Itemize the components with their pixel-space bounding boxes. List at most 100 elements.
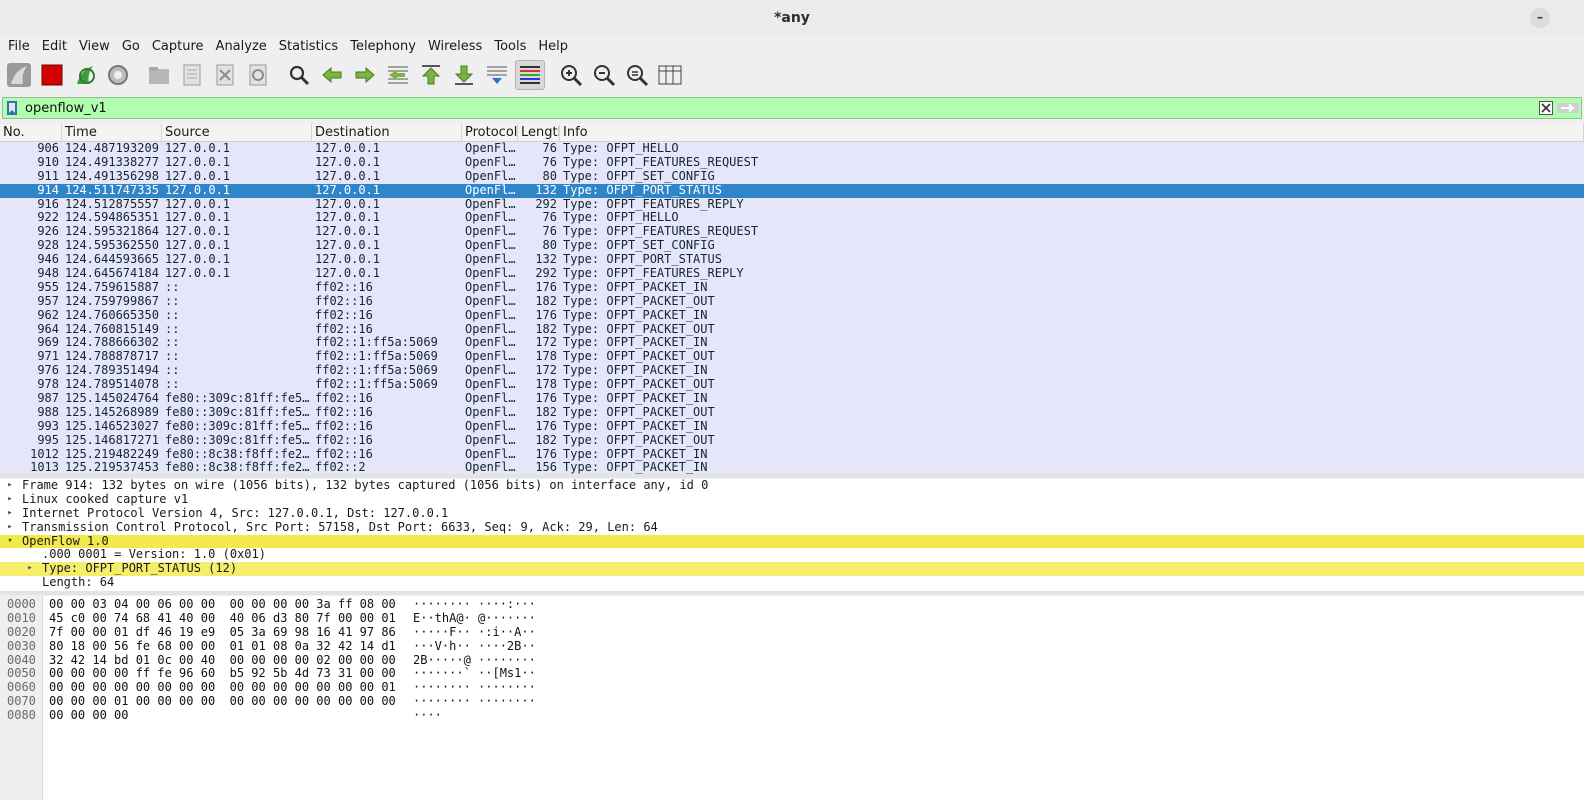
details-tree-item[interactable]: ▸ Linux cooked capture v1	[0, 492, 1584, 507]
hex-row[interactable]: 0060 00 00 00 00 00 00 00 00 00 00 00 00 …	[0, 680, 1584, 695]
open-file-button[interactable]	[144, 60, 174, 90]
go-back-button[interactable]	[317, 60, 347, 90]
packet-row[interactable]: 987 125.145024764 fe80::309c:81ff:fe5… ff02…	[0, 392, 1584, 406]
pane-splitter[interactable]	[0, 474, 1584, 478]
capture-options-button[interactable]	[103, 60, 133, 90]
zoom-in-button[interactable]	[556, 60, 586, 90]
details-tree-item[interactable]: Length: 64	[0, 575, 1584, 590]
close-file-button[interactable]	[210, 60, 240, 90]
column-header-len[interactable]: Length	[518, 124, 560, 141]
packet-row[interactable]: 978 124.789514078:: ff02::1:ff5a:5069 OpenF…	[0, 378, 1584, 393]
menu-go[interactable]: Go	[114, 39, 144, 54]
go-to-packet-button[interactable]	[383, 60, 413, 90]
packet-row[interactable]: 957 124.759799867:: ff02::16 OpenFl… 182 Type…	[0, 294, 1584, 309]
minimize-button[interactable]: –	[1530, 8, 1550, 28]
packet-row[interactable]: 993 125.146523027 fe80::309c:81ff:fe5… ff02…	[0, 419, 1584, 434]
hex-row[interactable]: 0040 32 42 14 bd 01 0c 00 40 00 00 00 00 …	[0, 653, 1584, 668]
details-tree-item[interactable]: ▸ Frame 914: 132 bytes on wire (1056 bits…	[0, 479, 1584, 493]
menu-edit[interactable]: Edit	[34, 39, 71, 54]
details-tree-item[interactable]: ▸ Internet Protocol Version 4, Src: 127.0…	[0, 506, 1584, 521]
packet-row[interactable]: 988 125.145268989 fe80::309c:81ff:fe5… ff02…	[0, 405, 1584, 420]
menu-view[interactable]: View	[71, 39, 114, 54]
save-file-button[interactable]	[177, 60, 207, 90]
hex-row[interactable]: 0050 00 00 00 00 ff fe 96 60 b5 92 5b 4d …	[0, 667, 1584, 681]
menu-capture[interactable]: Capture	[144, 39, 208, 54]
menu-file[interactable]: File	[0, 39, 34, 54]
packet-row[interactable]: 922 124.594865351 127.0.0.1 127.0.0.1 OpenFl…	[0, 211, 1584, 226]
column-header-info[interactable]: Info	[560, 124, 1584, 141]
packet-no-cell: 916	[37, 197, 59, 211]
packet-len-cell: 292	[535, 197, 557, 211]
packet-row[interactable]: 946 124.644593665 127.0.0.1 127.0.0.1 OpenFl…	[0, 253, 1584, 268]
hex-row[interactable]: 0080 00 00 00 00 ····	[0, 708, 1584, 723]
stop-capture-button[interactable]	[37, 60, 67, 90]
expand-arrow-icon[interactable]: ▸	[0, 521, 20, 535]
packet-row[interactable]: 914 124.511747335 127.0.0.1 127.0.0.1 OpenFl…	[0, 183, 1584, 198]
packet-proto-cell: OpenFl…	[465, 142, 516, 155]
packet-row[interactable]: 916 124.512875557 127.0.0.1 127.0.0.1 OpenFl…	[0, 197, 1584, 212]
details-tree-item[interactable]: .000 0001 = Version: 1.0 (0x01)	[0, 548, 1584, 562]
packet-row[interactable]: 928 124.595362550 127.0.0.1 127.0.0.1 OpenFl…	[0, 239, 1584, 254]
column-header-src[interactable]: Source	[162, 124, 312, 141]
details-tree-item[interactable]: ▾ OpenFlow 1.0	[0, 533, 1584, 549]
expand-arrow-icon[interactable]: ▸	[0, 479, 20, 493]
expand-arrow-icon[interactable]: ▸	[0, 507, 20, 521]
packet-row[interactable]: 910 124.491338277 127.0.0.1 127.0.0.1 OpenFl…	[0, 155, 1584, 170]
collapse-arrow-icon[interactable]: ▾	[0, 535, 20, 549]
shark-fin-start-button[interactable]	[4, 60, 34, 90]
packet-row[interactable]: 1012 125.219482249 fe80::8c38:f8ff:fe2… ff0…	[0, 447, 1584, 462]
packet-row[interactable]: 911 124.491356298 127.0.0.1 127.0.0.1 OpenFl…	[0, 169, 1584, 184]
restart-capture-button[interactable]	[70, 60, 100, 90]
packet-row[interactable]: 976 124.789351494:: ff02::1:ff5a:5069 OpenF…	[0, 364, 1584, 379]
packet-row[interactable]: 995 125.146817271 fe80::309c:81ff:fe5… ff02…	[0, 433, 1584, 448]
packet-list: 906 124.487193209 127.0.0.1 127.0.0.1 OpenFl…	[0, 142, 1584, 474]
go-last-button[interactable]	[449, 60, 479, 90]
hex-row[interactable]: 0010 45 c0 00 74 68 41 40 00 40 06 d3 80 …	[0, 611, 1584, 626]
menu-telephony[interactable]: Telephony	[342, 39, 420, 54]
hex-offset: 0000	[7, 597, 36, 611]
hex-row[interactable]: 0070 00 00 00 01 00 00 00 00 00 00 00 00 …	[0, 694, 1584, 709]
expand-arrow-icon[interactable]: ▸	[20, 562, 40, 576]
menu-help[interactable]: Help	[530, 39, 572, 54]
packet-row[interactable]: 948 124.645674184 127.0.0.1 127.0.0.1 OpenFl…	[0, 267, 1584, 281]
find-packet-button[interactable]	[284, 60, 314, 90]
menu-wireless[interactable]: Wireless	[420, 39, 486, 54]
go-forward-icon	[352, 62, 378, 88]
apply-filter-icon[interactable]	[1555, 99, 1581, 117]
packet-row[interactable]: 1013 125.219537453 fe80::8c38:f8ff:fe2… ff0…	[0, 461, 1584, 474]
hex-row[interactable]: 0030 80 18 00 56 fe 68 00 00 01 01 08 0a …	[0, 639, 1584, 654]
packet-row[interactable]: 969 124.788666302:: ff02::1:ff5a:5069 OpenF…	[0, 336, 1584, 351]
zoom-out-button[interactable]	[589, 60, 619, 90]
packet-row[interactable]: 964 124.760815149:: ff02::16 OpenFl… 182 Type…	[0, 322, 1584, 337]
details-tree-item[interactable]: ▸ Type: OFPT_PORT_STATUS (12)	[0, 561, 1584, 577]
hex-row[interactable]: 0000 00 00 03 04 00 06 00 00 00 00 00 00 …	[0, 597, 1584, 612]
column-header-dst[interactable]: Destination	[312, 124, 462, 141]
resize-columns-button[interactable]	[655, 60, 685, 90]
clear-filter-icon[interactable]	[1537, 99, 1555, 117]
auto-scroll-button[interactable]	[482, 60, 512, 90]
filter-bookmark-icon[interactable]	[3, 99, 21, 117]
expand-arrow-icon[interactable]: ▸	[0, 493, 20, 507]
pane-splitter[interactable]	[0, 591, 1584, 595]
colorize-button[interactable]	[515, 60, 545, 90]
packet-row[interactable]: 906 124.487193209 127.0.0.1 127.0.0.1 OpenFl…	[0, 142, 1584, 156]
packet-row[interactable]: 926 124.595321864 127.0.0.1 127.0.0.1 OpenFl…	[0, 225, 1584, 240]
menu-analyze[interactable]: Analyze	[208, 39, 271, 54]
menu-tools[interactable]: Tools	[486, 39, 530, 54]
packet-row[interactable]: 955 124.759615887:: ff02::16 OpenFl… 176 Type…	[0, 280, 1584, 295]
packet-row[interactable]: 962 124.760665350:: ff02::16 OpenFl… 176 Type…	[0, 308, 1584, 323]
details-tree-item[interactable]: ▸ Transmission Control Protocol, Src Port…	[0, 520, 1584, 535]
hex-row[interactable]: 0020 7f 00 00 01 df 46 19 e9 05 3a 69 98 …	[0, 625, 1584, 640]
zoom-normal-button[interactable]	[622, 60, 652, 90]
go-forward-button[interactable]	[350, 60, 380, 90]
details-item-label: OpenFlow 1.0	[22, 533, 109, 548]
column-header-no[interactable]: No.	[0, 124, 62, 141]
column-header-time[interactable]: Time	[62, 124, 162, 141]
go-first-button[interactable]	[416, 60, 446, 90]
reload-file-button[interactable]	[243, 60, 273, 90]
column-header-proto[interactable]: Protocol	[462, 124, 518, 141]
menu-statistics[interactable]: Statistics	[271, 39, 342, 54]
display-filter-input[interactable]	[21, 99, 1537, 117]
packet-info-cell: Type: OFPT_PACKET_IN	[563, 392, 708, 406]
packet-row[interactable]: 971 124.788878717:: ff02::1:ff5a:5069 OpenF…	[0, 350, 1584, 365]
